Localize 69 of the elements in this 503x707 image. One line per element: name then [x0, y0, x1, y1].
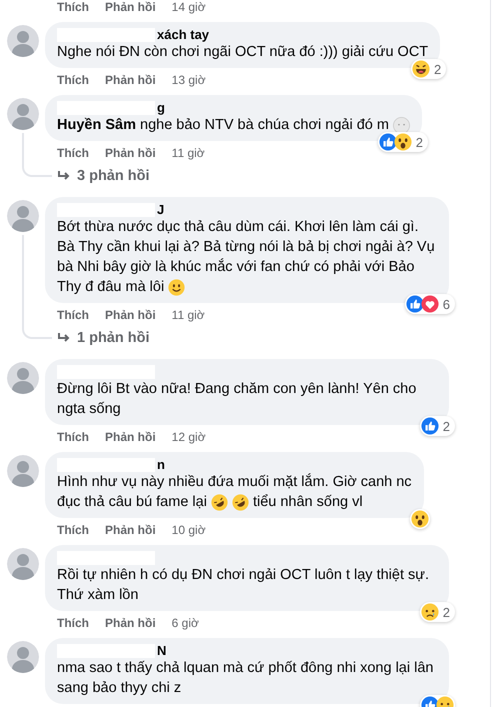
comment-text: Đừng lôi Bt vào nữa! Đang chăm con yên lành! Yên cho ngta sống	[57, 380, 418, 419]
timestamp: 10 giờ	[172, 523, 206, 537]
comment-text: tiểu nhân sống vl	[252, 493, 363, 512]
avatar[interactable]	[7, 641, 39, 673]
comment-text: Thy đ đâu mà lôi	[57, 278, 164, 297]
view-replies-link[interactable]: 3 phản hồi	[77, 167, 150, 185]
reaction-badge[interactable]: 2	[378, 132, 428, 152]
like-link[interactable]: Thích	[57, 523, 89, 537]
reaction-badge[interactable]	[410, 509, 430, 529]
avatar[interactable]	[7, 362, 39, 394]
reaction-badge[interactable]: 2	[420, 602, 455, 622]
like-link[interactable]: Thích	[57, 0, 89, 14]
reply-arrow-icon	[57, 332, 71, 344]
reaction-count: 2	[442, 418, 451, 434]
blank-face-icon	[392, 116, 410, 134]
avatar[interactable]	[7, 25, 39, 57]
like-link[interactable]: Thích	[57, 430, 89, 444]
timestamp: 11 giờ	[172, 146, 205, 160]
crying-face-icon	[420, 603, 439, 621]
reply-arrow-icon	[57, 170, 71, 182]
surprised-face-icon	[394, 133, 412, 151]
timestamp: 6 giờ	[172, 616, 199, 630]
comment-text: Nghe nói ĐN còn chơi ngãi OCT nữa đó :))) giải cứu OCT	[57, 43, 428, 62]
reply-link[interactable]: Phản hồi	[105, 616, 156, 630]
reaction-count: 2	[442, 604, 451, 620]
laughing-face-icon	[232, 494, 249, 510]
reply-link[interactable]: Phản hồi	[105, 0, 156, 14]
view-replies-link[interactable]: 1 phản hồi	[77, 329, 150, 347]
avatar[interactable]	[7, 455, 39, 487]
reaction-count: 2	[432, 62, 442, 76]
comment-text: nma sao t thấy chả lquan mà cứ phốt đông nhi xong lại lân sang bảo thyy chi z	[57, 659, 434, 698]
reaction-count: 6	[442, 296, 451, 312]
commenter-name[interactable]: N	[155, 644, 166, 658]
reaction-badge[interactable]: 6	[404, 294, 455, 314]
timestamp: 13 giờ	[172, 73, 206, 87]
like-link[interactable]: Thích	[57, 146, 89, 160]
thumbs-up-icon	[406, 295, 424, 313]
comment-text: Huyền Sâm nghe bảo NTV bà chúa chơi ngải đó m	[57, 116, 389, 135]
comment-text: đục thả câu bú fame lại	[57, 493, 207, 512]
smiling-face-icon	[168, 278, 186, 296]
timestamp: 14 giờ	[172, 0, 206, 14]
avatar[interactable]	[7, 98, 39, 130]
commenter-name[interactable]: J	[155, 203, 164, 217]
comment-text: Rồi tự nhiên h có dụ ĐN chơi ngải OCT luôn t lạy thiệt sự. Thứ xàm lồn	[57, 566, 430, 605]
laughing-face-icon	[210, 494, 228, 510]
reply-link[interactable]: Phản hồi	[105, 73, 156, 87]
avatar[interactable]	[7, 548, 39, 580]
like-link[interactable]: Thích	[57, 616, 89, 630]
reaction-badge[interactable]: 2	[410, 59, 446, 79]
reaction-count: 2	[414, 134, 424, 150]
commenter-name[interactable]: g	[155, 101, 165, 115]
timestamp: 12 giờ	[172, 430, 206, 444]
commenter-name[interactable]: xách tay	[155, 28, 210, 42]
laughing-face-icon	[412, 60, 430, 78]
thumbs-up-icon	[378, 133, 397, 151]
thumbs-up-icon	[420, 417, 439, 435]
comment-text: Bớt thừa nước dục thả câu dùm cái. Khơi lên làm cái gì. Bà Thy cần khui lại à? Bả từng nói là bả bị chơi ngải à? Vụ bà Nhi bây giờ là khúc mắc với fan chứ có phải với Bảo	[57, 218, 436, 277]
like-link[interactable]: Thích	[57, 73, 89, 87]
reaction-badge[interactable]: 2	[420, 416, 455, 436]
reply-link[interactable]: Phản hồi	[105, 523, 156, 537]
reply-link[interactable]: Phản hồi	[105, 308, 156, 322]
reply-link[interactable]: Phản hồi	[105, 146, 156, 160]
commenter-name[interactable]: n	[155, 458, 165, 472]
reply-link[interactable]: Phản hồi	[105, 430, 156, 444]
like-link[interactable]: Thích	[57, 308, 89, 322]
timestamp: 11 giờ	[172, 308, 205, 322]
avatar[interactable]	[7, 200, 39, 232]
surprised-face-icon	[410, 510, 429, 528]
comment-text: Hình như vụ này nhiều đứa muối mặt lắm. Giờ canh nc	[57, 472, 412, 492]
